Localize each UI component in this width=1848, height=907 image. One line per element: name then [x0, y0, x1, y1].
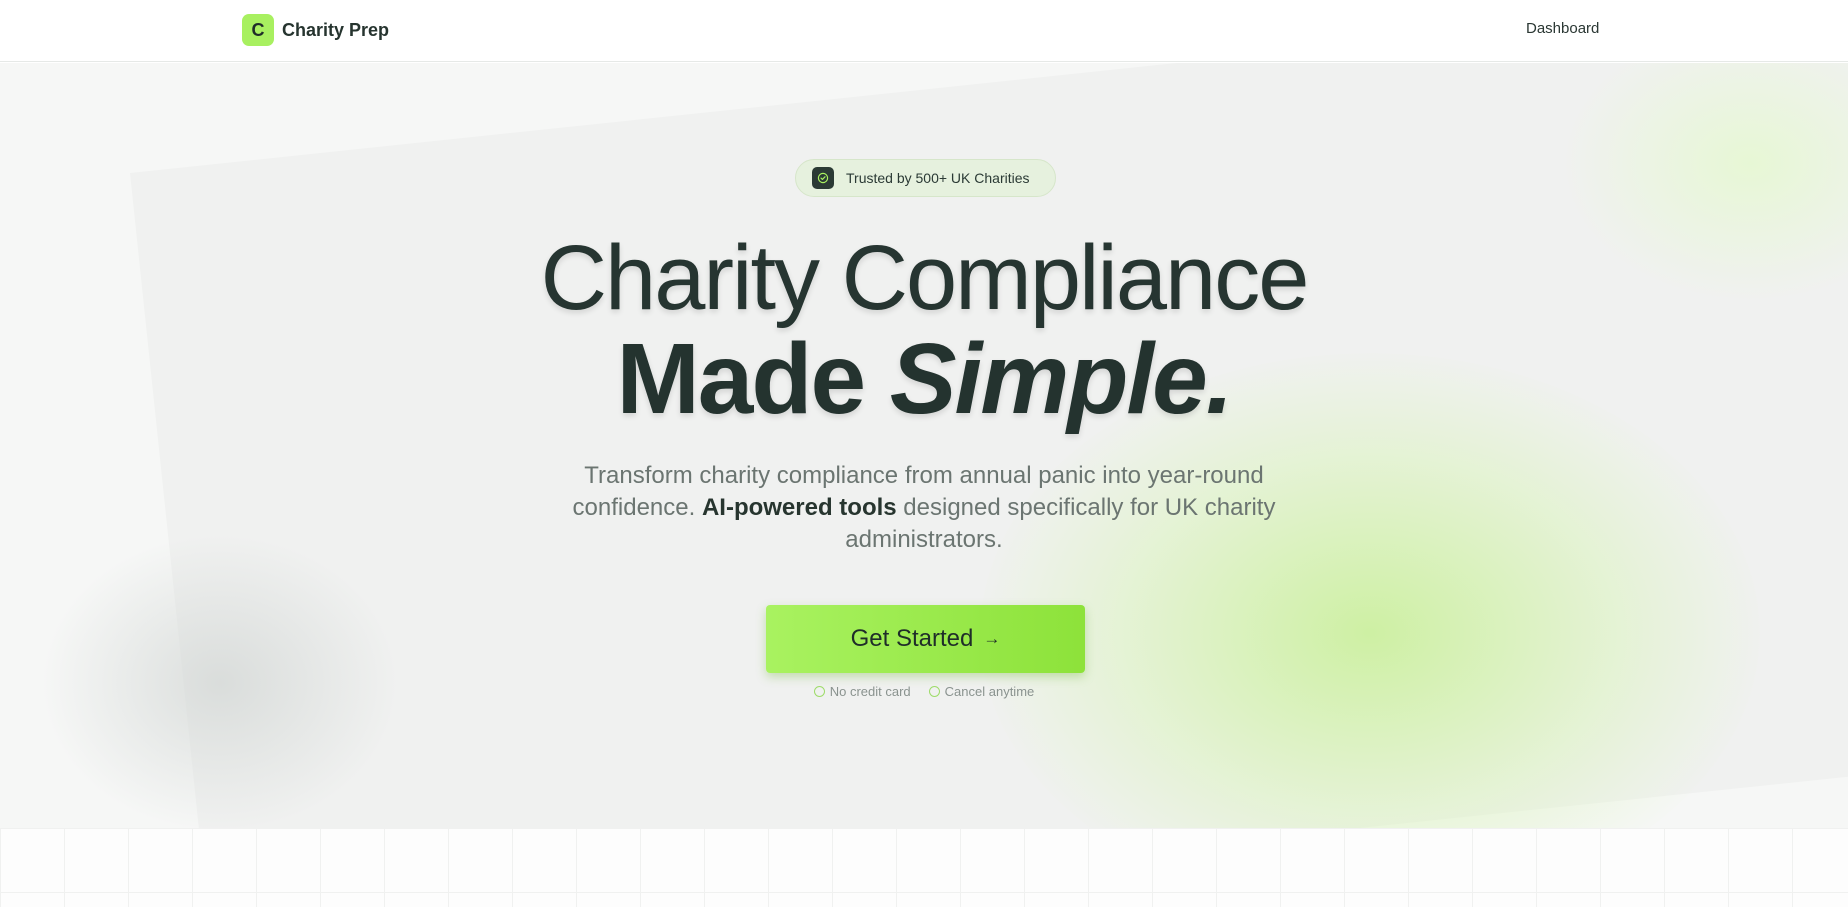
landing-page: C Charity Prep Dashboard Trusted by 500+… [0, 0, 1848, 907]
check-circle-icon [812, 167, 834, 189]
brand-logo-initial: C [251, 19, 265, 40]
trust-badge: Trusted by 500+ UK Charities [795, 159, 1056, 197]
assurance-cancel-anytime: Cancel anytime [944, 684, 1035, 699]
brand[interactable]: C Charity Prep [242, 14, 389, 46]
arrow-right-icon: → [983, 629, 1001, 648]
headline-line-2: Made Simple. [0, 324, 1848, 434]
headline-made: Made [616, 323, 890, 435]
assurance-list: No credit card Cancel anytime [0, 684, 1848, 699]
headline-line-1: Charity Compliance [540, 227, 1310, 329]
top-navigation-bar: C Charity Prep Dashboard [0, 0, 1848, 62]
assurance-item: Cancel anytime [928, 684, 1035, 699]
get-started-label: Get Started [850, 625, 974, 652]
hero-subtitle: Transform charity compliance from annual… [560, 460, 1288, 556]
circle-check-icon [928, 686, 940, 697]
assurance-item: No credit card [813, 684, 911, 699]
headline-simple: Simple. [889, 323, 1234, 435]
brand-logo: C [242, 14, 274, 46]
trust-badge-text: Trusted by 500+ UK Charities [846, 170, 1030, 186]
brand-name: Charity Prep [282, 19, 390, 40]
assurance-no-credit-card: No credit card [829, 684, 911, 699]
circle-check-icon [813, 686, 825, 697]
hero-grey-glow [40, 533, 400, 828]
subtitle-part-2: designed specifically for UK charity adm… [845, 494, 1276, 553]
hero-headline: Charity Compliance Made Simple. [0, 228, 1848, 434]
grid-background-strip [0, 828, 1848, 907]
get-started-button[interactable]: Get Started → [766, 605, 1085, 673]
dashboard-link[interactable]: Dashboard [1526, 20, 1599, 37]
subtitle-highlight: AI-powered tools [701, 494, 897, 521]
